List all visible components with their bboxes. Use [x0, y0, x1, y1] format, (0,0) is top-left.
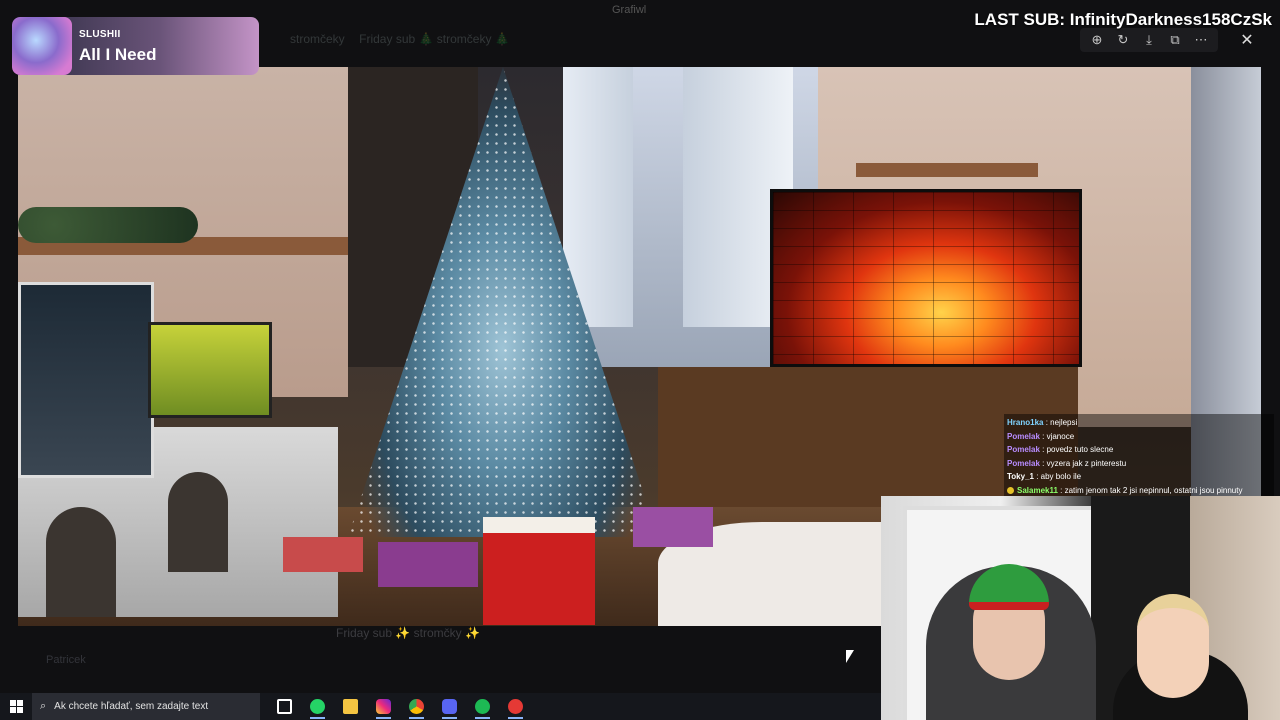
rotate-icon[interactable]: ↻ — [1112, 28, 1134, 52]
chat-overlay: Hrano1ka : nejlepsi Pomelak : vjanoce Po… — [1004, 414, 1274, 499]
file-explorer-button[interactable] — [334, 693, 367, 720]
chat-message: Pomelak : povedz tuto slecne — [1004, 443, 1274, 457]
zoom-in-icon[interactable]: ⊕ — [1086, 28, 1108, 52]
chat-text: : vjanoce — [1039, 431, 1075, 441]
stone-arch — [46, 507, 116, 617]
chat-text: : aby bolo ile — [1033, 472, 1082, 481]
download-icon[interactable]: ⤓ — [1138, 28, 1160, 52]
gift — [283, 537, 363, 572]
close-icon[interactable]: ✕ — [1234, 28, 1260, 52]
whatsapp-button[interactable] — [301, 693, 334, 720]
background-user-name: Patricek — [46, 654, 86, 666]
electric-fireplace — [18, 282, 154, 478]
chat-message: Pomelak : vjanoce — [1004, 430, 1274, 444]
viewer-toolbar-group: ⊕ ↻ ⤓ ⧉ ⋯ — [1080, 28, 1218, 52]
chat-message: Pomelak : vyzera jak z pinterestu — [1004, 457, 1274, 471]
instagram-button[interactable] — [367, 693, 400, 720]
background-header-item: stromčeky — [290, 32, 345, 46]
chat-message: Toky_1 : aby bolo ile — [1004, 470, 1274, 484]
background-header: stromčeky Friday sub 🎄 stromčeky 🎄 — [290, 30, 990, 56]
photo-shelf — [856, 163, 1038, 177]
start-button[interactable] — [0, 693, 32, 720]
guest-head — [1137, 594, 1209, 698]
chat-user: Pomelak — [1007, 431, 1040, 441]
album-art — [12, 17, 72, 75]
chat-user: Pomelak — [1007, 458, 1040, 468]
taskbar-apps — [268, 693, 532, 720]
gift — [633, 507, 713, 547]
windows-logo-icon — [9, 700, 23, 713]
tv-fireplace — [770, 189, 1082, 367]
chat-text: : vyzera jak z pinterestu — [1039, 458, 1127, 468]
chat-user: Toky_1 — [1007, 472, 1034, 481]
chat-text: : zatim jenom tak 2 jsi nepinnul, ostatn… — [1057, 485, 1243, 495]
chat-message: Salamek11 : zatim jenom tak 2 jsi nepinn… — [1004, 484, 1274, 498]
webcam-feed — [881, 496, 1280, 720]
search-placeholder: Ak chcete hľadať, sem zadajte text — [54, 701, 209, 712]
more-icon[interactable]: ⋯ — [1190, 28, 1212, 52]
search-icon: ⌕ — [40, 700, 47, 712]
taskbar-search[interactable]: ⌕ Ak chcete hľadať, sem zadajte text — [32, 693, 260, 720]
taskbar: ⌕ Ak chcete hľadať, sem zadajte text — [0, 693, 881, 720]
garland — [18, 207, 198, 243]
open-external-icon[interactable]: ⧉ — [1164, 28, 1186, 52]
spotify-icon — [475, 699, 490, 714]
mouse-cursor-icon — [846, 650, 854, 663]
last-sub-label: LAST SUB: InfinityDarkness158CzSk — [974, 10, 1272, 29]
chat-user: Salamek11 — [1017, 485, 1058, 495]
chrome-button[interactable] — [400, 693, 433, 720]
chat-user: Hrano1ka — [1007, 418, 1044, 427]
background-window-title: Grafiwl — [612, 4, 647, 16]
brick-pattern — [773, 192, 1079, 364]
spotify-button[interactable] — [466, 693, 499, 720]
now-playing-artist: SLUSHII — [79, 29, 121, 40]
chat-text: : nejlepsi — [1043, 418, 1078, 427]
gift — [483, 517, 595, 625]
record-icon — [508, 699, 523, 714]
task-view-icon — [277, 699, 292, 714]
chat-message: Hrano1ka : nejlepsi — [1004, 416, 1274, 430]
chrome-icon — [409, 699, 424, 714]
discord-button[interactable] — [433, 693, 466, 720]
discord-icon — [442, 699, 457, 714]
background-caption: Friday sub ✨ stromčky ✨ — [336, 626, 480, 640]
now-playing-widget: SLUSHII All I Need — [12, 17, 259, 75]
aquarium — [148, 322, 272, 418]
instagram-icon — [376, 699, 391, 714]
screen-recorder-button[interactable] — [499, 693, 532, 720]
stone-arch — [168, 472, 228, 572]
task-view-button[interactable] — [268, 693, 301, 720]
whatsapp-icon — [310, 699, 325, 714]
subscriber-badge-icon — [1007, 486, 1014, 494]
chat-text: : povedz tuto slecne — [1039, 445, 1114, 454]
background-header-item: Friday sub 🎄 stromčeky 🎄 — [359, 32, 510, 46]
gift — [378, 542, 478, 587]
now-playing-title: All I Need — [79, 45, 157, 64]
viewer-toolbar: ⊕ ↻ ⤓ ⧉ ⋯ ✕ — [1080, 28, 1260, 52]
folder-icon — [343, 699, 358, 714]
chat-user: Pomelak — [1007, 445, 1040, 454]
